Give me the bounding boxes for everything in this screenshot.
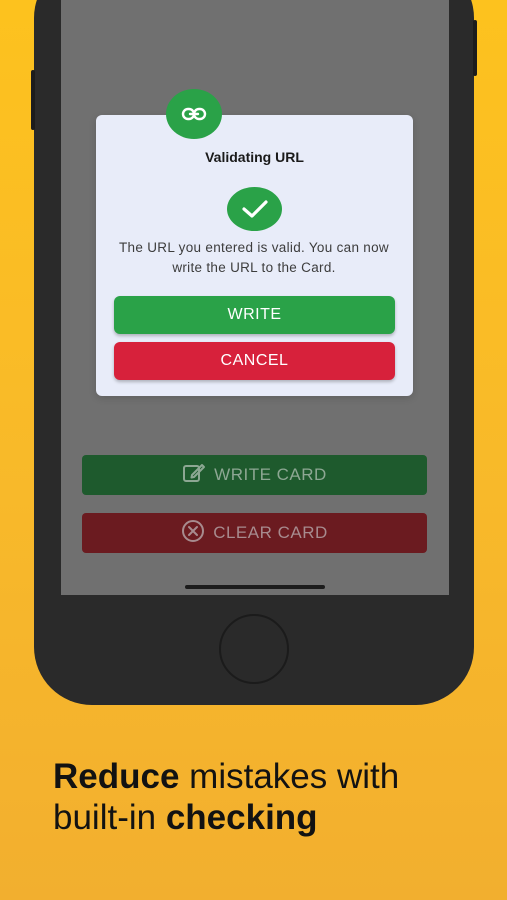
home-indicator [185, 585, 325, 589]
dialog-title: Validating URL [205, 149, 304, 165]
headline: Reduce mistakes with built-in checking [53, 756, 399, 838]
headline-bold-2: checking [165, 798, 318, 837]
phone-side-button [473, 20, 477, 76]
close-circle-icon [181, 519, 205, 548]
clear-card-label: CLEAR CARD [213, 523, 328, 542]
dialog-message: The URL you entered is valid. You can no… [119, 240, 389, 275]
check-icon [227, 187, 282, 231]
clear-card-button: CLEAR CARD [82, 513, 427, 553]
headline-bold-1: Reduce [53, 757, 180, 796]
headline-normal-1: mistakes with [179, 757, 400, 796]
edit-icon [182, 462, 206, 489]
phone-side-button [31, 70, 35, 130]
home-button [219, 614, 289, 684]
write-button[interactable]: WRITE [114, 296, 395, 334]
validation-dialog: Validating URL The URL you entered is va… [96, 115, 413, 396]
write-card-button: WRITE CARD [82, 455, 427, 495]
headline-line-2: built-in checking [53, 797, 399, 838]
link-icon [166, 89, 222, 139]
phone-screen: Validating URL The URL you entered is va… [61, 0, 449, 595]
cancel-button[interactable]: CANCEL [114, 342, 395, 380]
write-card-label: WRITE CARD [214, 465, 327, 484]
headline-normal-2: built-in [53, 798, 166, 837]
headline-line-1: Reduce mistakes with [53, 756, 399, 797]
